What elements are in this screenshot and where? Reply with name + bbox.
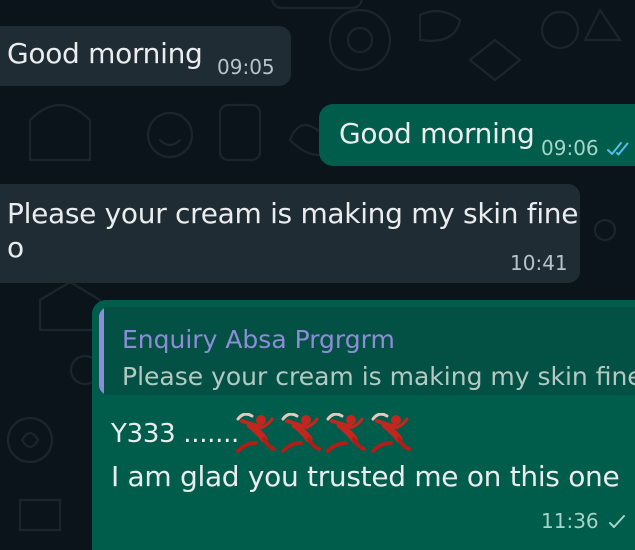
running-man-emoji (238, 414, 274, 451)
incoming-message-bubble[interactable]: Good morning 09:05 (0, 26, 291, 86)
outgoing-reply-message-bubble[interactable]: Enquiry Absa Prgrgrm Please your cream i… (92, 300, 635, 550)
message-timestamp: 11:36 (541, 509, 599, 533)
incoming-message-bubble[interactable]: Please your cream is making my skin fine… (0, 184, 580, 283)
double-check-icon (607, 142, 629, 156)
message-timestamp: 10:41 (510, 251, 568, 275)
message-text-line: I am glad you trusted me on this one (111, 460, 620, 493)
message-text: Good morning (339, 117, 535, 150)
message-text-line: Please your cream is making my skin fine (7, 197, 579, 230)
running-man-emoji (328, 414, 364, 451)
single-check-icon (609, 515, 625, 528)
message-timestamp: 09:05 (217, 55, 275, 79)
quoted-author: Enquiry Absa Prgrgrm (122, 325, 395, 354)
quoted-message[interactable]: Enquiry Absa Prgrgrm Please your cream i… (99, 307, 635, 395)
quote-accent-bar (99, 307, 104, 395)
message-text-line: o (7, 231, 24, 264)
outgoing-message-bubble[interactable]: Good morning 09:06 (319, 104, 635, 166)
running-man-emojis (234, 413, 414, 455)
message-text: Good morning (7, 37, 203, 70)
running-man-emoji (373, 414, 409, 451)
running-man-emoji (283, 414, 319, 451)
message-timestamp: 09:06 (541, 136, 599, 160)
message-text-line: Y333 ....... (111, 419, 240, 449)
quoted-text: Please your cream is making my skin fine… (122, 362, 635, 391)
